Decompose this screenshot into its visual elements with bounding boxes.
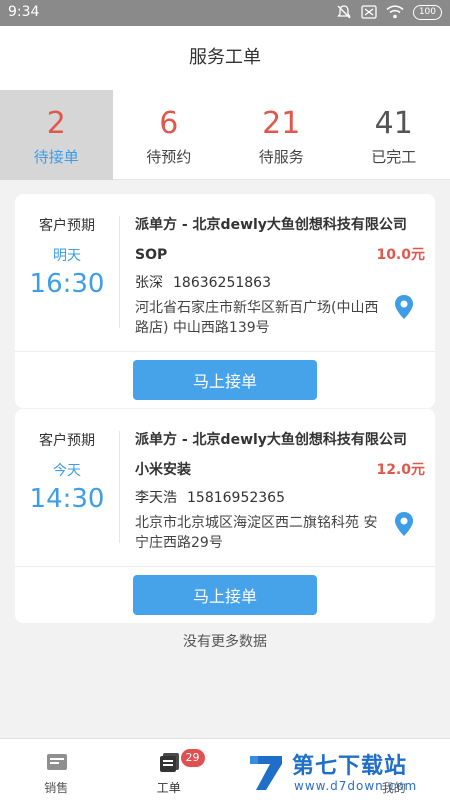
tab-count: 2 (46, 106, 66, 141)
expected-time-label: 客户预期 (39, 433, 95, 449)
service-name: 小米安装 (135, 462, 191, 478)
watermark-site-name: 第七下载站 (292, 754, 408, 779)
watermark-logo-icon (250, 756, 282, 790)
contact-name: 张深 (135, 275, 163, 291)
tab-label: 待接单 (33, 148, 79, 166)
bell-muted-icon (337, 5, 351, 19)
status-bar: 9:34 100 (0, 0, 450, 26)
expected-day: 今天 (53, 463, 81, 479)
nav-item-sales[interactable]: 销售 (0, 739, 113, 800)
contact-phone[interactable]: 15816952365 (187, 490, 285, 506)
address: 北京市北京城区海淀区西二旗铭科苑 安宁庄西路29号 (135, 515, 378, 551)
accept-order-button[interactable]: 马上接单 (133, 575, 317, 615)
contact-row: 李天浩 15816952365 (135, 487, 425, 507)
work-order-badge: 29 (180, 749, 205, 767)
expected-time-label: 客户预期 (39, 218, 95, 234)
tab-label: 已完工 (371, 148, 417, 166)
tab-label: 待预约 (146, 148, 192, 166)
dispatcher: 派单方 - 北京dewly大鱼创想科技有限公司 (135, 432, 407, 448)
service-row: SOP 10.0元 (135, 244, 425, 264)
watermark: 第七下载站 www.d7down.com (244, 748, 444, 798)
expected-day: 明天 (53, 248, 81, 264)
order-card-footer: 马上接单 (15, 567, 435, 623)
expected-time-block: 客户预期 今天 14:30 (15, 409, 119, 514)
order-info: 派单方 - 北京dewly大鱼创想科技有限公司 SOP 10.0元 张深 1863… (135, 214, 425, 338)
address: 河北省石家庄市新华区新百广场(中山西路店) 中山西路139号 (135, 300, 379, 336)
sim-off-icon (361, 5, 377, 19)
nav-label: 工单 (156, 781, 181, 795)
status-icons: 100 (336, 4, 442, 20)
vertical-divider (119, 431, 120, 543)
page-title: 服务工单 (0, 26, 450, 90)
battery-indicator: 100 (412, 4, 442, 20)
contact-phone[interactable]: 18636251863 (173, 275, 271, 291)
location-pin-icon[interactable] (393, 511, 415, 537)
tab-count: 6 (159, 106, 179, 141)
status-time: 9:34 (8, 4, 40, 20)
watermark-url: www.d7down.com (294, 779, 418, 793)
location-pin-icon[interactable] (393, 294, 415, 320)
service-name: SOP (135, 247, 168, 263)
price: 12.0元 (376, 462, 425, 478)
tab-completed[interactable]: 41 已完工 (338, 90, 450, 180)
expected-time: 14:30 (29, 484, 105, 514)
accept-order-button[interactable]: 马上接单 (133, 360, 317, 400)
tab-pending-accept[interactable]: 2 待接单 (0, 90, 113, 180)
work-order-icon (159, 753, 179, 772)
contact-row: 张深 18636251863 (135, 272, 425, 292)
expected-time: 16:30 (29, 269, 105, 299)
sales-icon (47, 754, 67, 770)
expected-time-block: 客户预期 明天 16:30 (15, 194, 119, 299)
nav-label: 销售 (44, 781, 69, 795)
order-card-body[interactable]: 客户预期 明天 16:30 派单方 - 北京dewly大鱼创想科技有限公司 SO… (15, 194, 435, 352)
no-more-data-text: 没有更多数据 (183, 634, 267, 650)
vertical-divider (119, 216, 120, 328)
tab-count: 41 (374, 106, 413, 141)
order-card-body[interactable]: 客户预期 今天 14:30 派单方 - 北京dewly大鱼创想科技有限公司 小米… (15, 409, 435, 567)
service-row: 小米安装 12.0元 (135, 459, 425, 479)
order-card: 客户预期 明天 16:30 派单方 - 北京dewly大鱼创想科技有限公司 SO… (15, 194, 435, 408)
nav-item-work-orders[interactable]: 29 工单 (113, 739, 226, 800)
order-card-footer: 马上接单 (15, 352, 435, 408)
order-card: 客户预期 今天 14:30 派单方 - 北京dewly大鱼创想科技有限公司 小米… (15, 409, 435, 623)
order-info: 派单方 - 北京dewly大鱼创想科技有限公司 小米安装 12.0元 李天浩 15… (135, 429, 425, 553)
tab-pending-appointment[interactable]: 6 待预约 (113, 90, 226, 180)
contact-name: 李天浩 (135, 490, 177, 506)
price: 10.0元 (376, 247, 425, 263)
tab-label: 待服务 (258, 148, 304, 166)
wifi-icon (386, 5, 404, 19)
tab-count: 21 (262, 106, 301, 141)
dispatcher: 派单方 - 北京dewly大鱼创想科技有限公司 (135, 217, 407, 233)
order-status-tabs: 2 待接单 6 待预约 21 待服务 41 已完工 (0, 90, 450, 180)
tab-pending-service[interactable]: 21 待服务 (225, 90, 338, 180)
